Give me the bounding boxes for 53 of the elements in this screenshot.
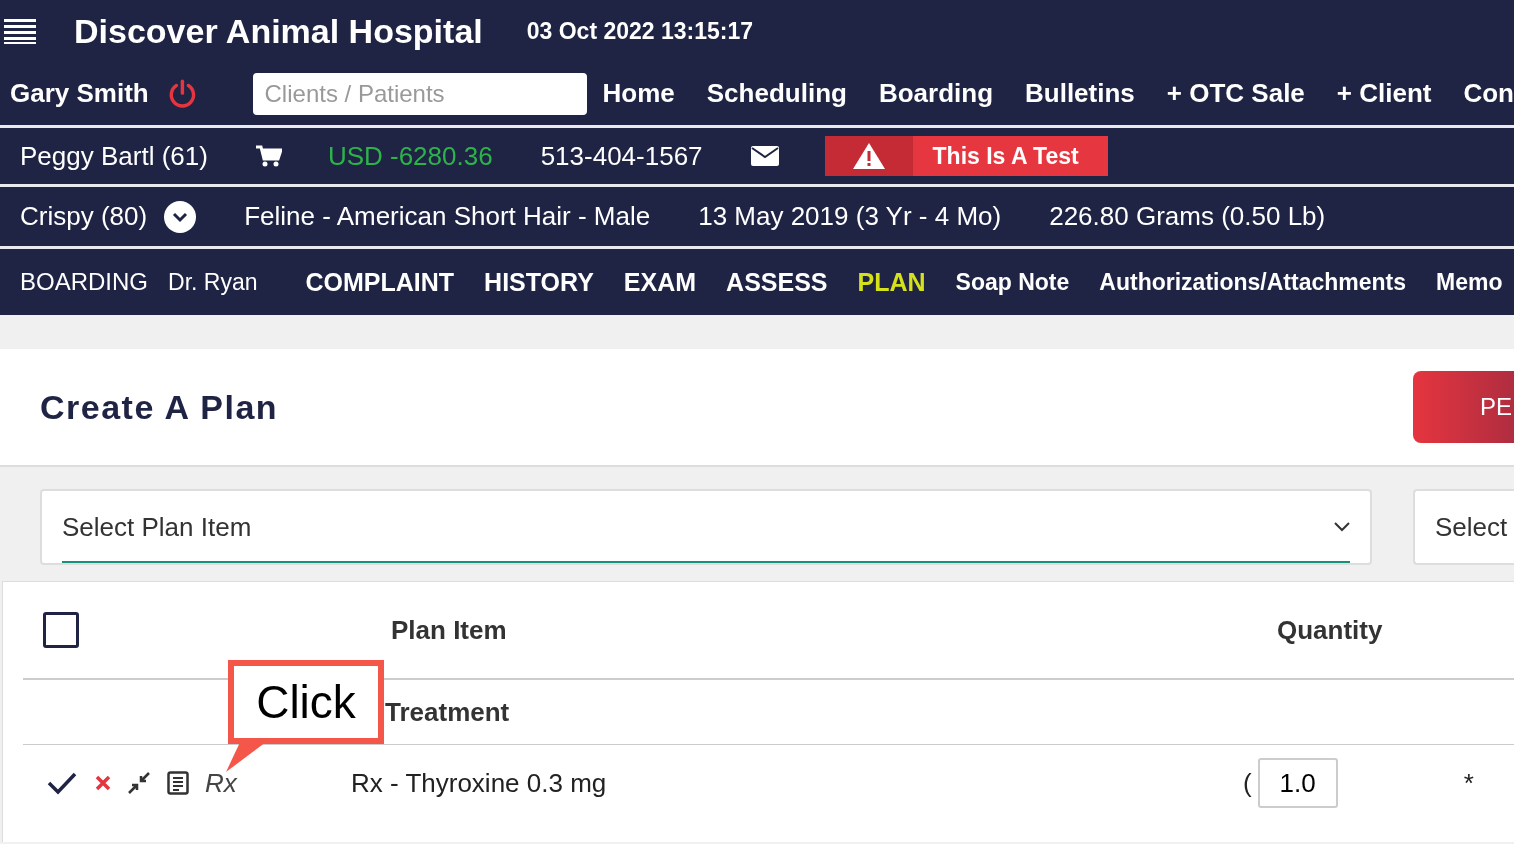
nav-link[interactable]: + OTC Sale [1166, 78, 1305, 109]
column-header: Plan Item [391, 614, 508, 646]
chevron-down-icon[interactable] [164, 200, 197, 233]
visit-tab[interactable]: Authorizations/Attachments [1099, 268, 1406, 296]
column-header: Quantity [1277, 614, 1384, 646]
check-icon[interactable] [47, 771, 77, 795]
visit-tab[interactable]: Soap Note [955, 268, 1070, 296]
click-callout: Click [228, 660, 384, 744]
action-button[interactable]: PE [1413, 371, 1514, 443]
patient-birth-date: 13 May 2019 (3 Yr - 4 Mo) [698, 201, 1002, 232]
nav-link[interactable]: Bulletins [1025, 78, 1135, 109]
nav-link[interactable]: + Client [1336, 78, 1432, 109]
nav-link[interactable]: Scheduling [706, 78, 847, 109]
account-balance: USD -6280.36 [327, 140, 493, 172]
notes-icon[interactable] [167, 771, 189, 795]
nav-link[interactable]: Con [1463, 78, 1514, 109]
date-time: 03 Oct 2022 13:15:17 [526, 17, 754, 45]
plan-item-select[interactable]: Select Plan Item [40, 489, 1372, 565]
visit-tab[interactable]: Memo [1436, 268, 1503, 296]
visit-tab[interactable]: EXAM [623, 267, 697, 297]
patient-breed: Feline - American Short Hair - Male [244, 201, 651, 232]
visit-status: BOARDING [20, 268, 148, 296]
warning-icon [851, 142, 886, 170]
cart-icon[interactable] [255, 145, 282, 167]
patient-weight: 226.80 Grams (0.50 Lb) [1049, 201, 1326, 232]
paren-text: ( [1243, 767, 1252, 799]
search-field[interactable]: Clients / Patients [252, 72, 587, 115]
quantity-field[interactable]: 1.0 [1257, 758, 1338, 808]
select-all-checkbox[interactable] [43, 612, 79, 648]
menu-icon[interactable] [4, 18, 36, 44]
envelope-icon[interactable] [750, 146, 779, 166]
nav-link[interactable]: Home [602, 78, 675, 109]
close-icon[interactable] [95, 775, 111, 791]
chevron-down-icon [1334, 522, 1350, 532]
compress-icon[interactable] [127, 771, 151, 795]
doctor-name: Dr. Ryan [168, 268, 258, 296]
alert-text: This Is A Test [932, 142, 1079, 170]
visit-tab[interactable]: COMPLAINT [305, 267, 455, 297]
nav-link[interactable]: Boarding [878, 78, 993, 109]
phone-number: 513-404-1567 [540, 140, 703, 172]
app-title: Discover Animal Hospital [74, 11, 483, 51]
select-field[interactable]: Select [1413, 489, 1514, 565]
visit-tab[interactable]: HISTORY [484, 267, 594, 297]
visit-tab[interactable]: PLAN [857, 267, 926, 297]
client-name[interactable]: Peggy Bartl (61) [20, 140, 208, 172]
plan-title: Create A Plan [40, 387, 279, 427]
visit-tab[interactable]: ASSESS [726, 267, 828, 297]
item-type: Rx [205, 767, 238, 799]
group-header: Treatment [385, 696, 511, 728]
patient-name[interactable]: Crispy (80) [20, 201, 148, 232]
user-name: Gary Smith [10, 78, 149, 109]
item-name: Rx - Thyroxine 0.3 mg [351, 767, 608, 799]
required-mark: * [1463, 767, 1474, 799]
